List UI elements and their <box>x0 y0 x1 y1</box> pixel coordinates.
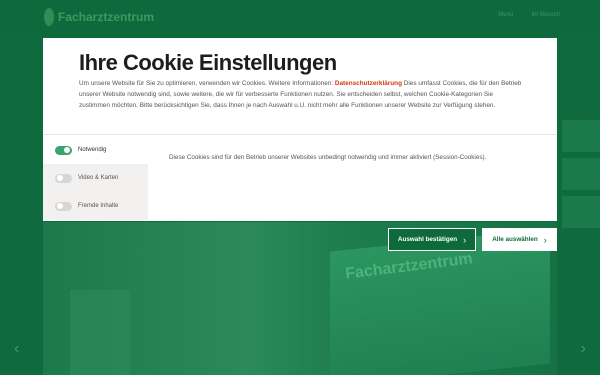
category-notwendig[interactable]: Notwendig <box>43 136 148 164</box>
select-all-label: Alle auswählen <box>492 236 538 243</box>
side-tab-3[interactable] <box>562 196 600 228</box>
side-tabs <box>562 120 600 228</box>
cookie-modal-body: Notwendig Video & Karten Fremde Inhalte … <box>43 136 557 221</box>
category-detail-text: Diese Cookies sind für den Betrieb unser… <box>169 154 487 161</box>
site-header: Facharztzentrum Menü Ihr Besuch <box>0 0 600 38</box>
toggle-switch-on[interactable] <box>55 145 72 155</box>
cookie-modal: Ihre Cookie Einstellungen Um unsere Webs… <box>43 38 557 221</box>
confirm-selection-label: Auswahl bestätigen <box>397 236 458 243</box>
desc-text-1: Um unsere Website für Sie zu optimieren,… <box>79 80 335 87</box>
carousel-prev-icon[interactable]: ‹ <box>14 340 19 358</box>
category-label: Notwendig <box>78 147 107 153</box>
privacy-policy-link[interactable]: Datenschutzerklärung <box>335 80 402 87</box>
nav-item-visit[interactable]: Ihr Besuch <box>531 12 560 18</box>
leaf-icon <box>44 8 54 26</box>
cookie-modal-description: Um unsere Website für Sie zu optimieren,… <box>79 78 523 111</box>
select-all-button[interactable]: Alle auswählen › <box>482 228 557 251</box>
toggle-switch-off[interactable] <box>55 173 72 183</box>
cookie-modal-header: Ihre Cookie Einstellungen Um unsere Webs… <box>43 38 557 135</box>
toggle-switch-off[interactable] <box>55 201 72 211</box>
side-tab-1[interactable] <box>562 120 600 152</box>
hero-door-shape <box>70 290 130 375</box>
confirm-selection-button[interactable]: Auswahl bestätigen › <box>388 228 476 251</box>
site-logo[interactable]: Facharztzentrum <box>44 8 154 26</box>
logo-text: Facharztzentrum <box>58 10 155 24</box>
category-fremde-inhalte[interactable]: Fremde Inhalte <box>43 192 148 220</box>
category-label: Video & Karten <box>78 175 119 181</box>
cookie-category-list: Notwendig Video & Karten Fremde Inhalte <box>43 136 148 221</box>
carousel-next-icon[interactable]: › <box>581 340 586 358</box>
category-video-karten[interactable]: Video & Karten <box>43 164 148 192</box>
site-nav: Menü Ihr Besuch <box>498 12 560 18</box>
cookie-modal-title: Ihre Cookie Einstellungen <box>79 50 337 75</box>
category-label: Fremde Inhalte <box>78 203 119 209</box>
nav-item-menu[interactable]: Menü <box>498 12 513 18</box>
side-tab-2[interactable] <box>562 158 600 190</box>
chevron-right-icon: › <box>543 234 547 245</box>
chevron-right-icon: › <box>463 234 467 245</box>
